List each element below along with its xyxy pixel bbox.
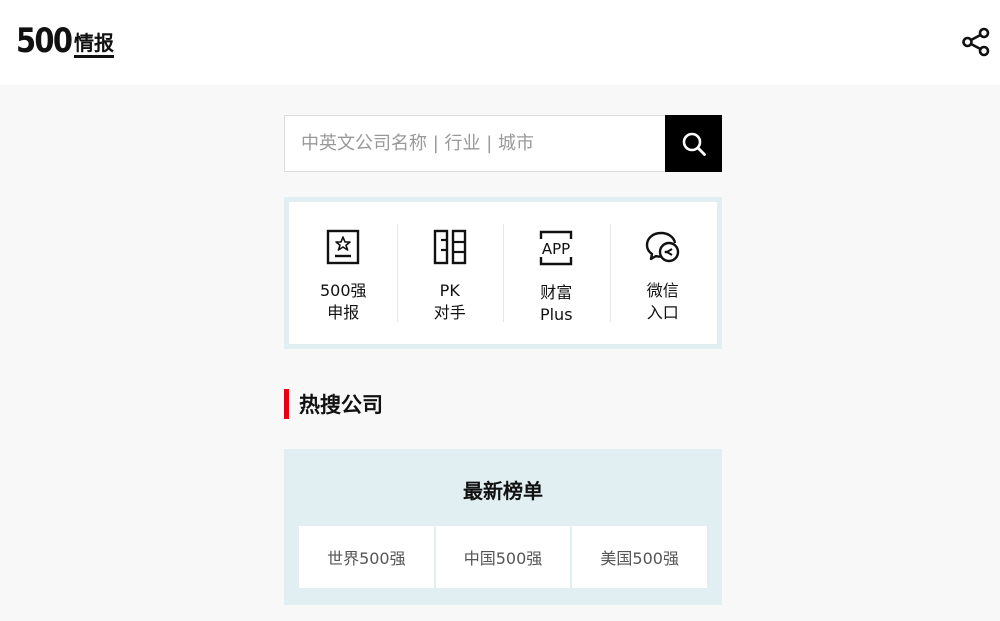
top-header: 500 情报 (0, 0, 1000, 85)
compare-icon (428, 228, 472, 266)
search-button[interactable] (665, 115, 722, 172)
quick-link-pk[interactable]: PK 对手 (396, 224, 504, 322)
rankings-panel: 最新榜单 世界500强 中国500强 美国500强 (284, 449, 722, 605)
wechat-icon (641, 228, 685, 266)
share-icon[interactable] (960, 26, 992, 58)
ranking-tab-us-500[interactable]: 美国500强 (572, 526, 708, 588)
search-input[interactable] (284, 115, 665, 172)
quick-link-apply-line1: 500强 (319, 281, 367, 300)
rankings-title: 最新榜单 (463, 479, 543, 503)
quick-link-plus-line1: 财富 (540, 283, 573, 302)
search-bar (284, 115, 722, 172)
accent-bar (284, 389, 289, 419)
quick-link-plus-line2: Plus (539, 305, 573, 324)
logo-number: 500 (16, 21, 73, 61)
rankings-tabs: 世界500强 中国500强 美国500强 (299, 526, 708, 588)
star-badge-icon (321, 228, 365, 266)
hot-search-heading: 热搜公司 (284, 389, 383, 419)
search-icon (682, 132, 706, 156)
quick-link-pk-line1: PK (439, 281, 460, 300)
quick-links-panel: 500强 申报 PK 对手 APP 财富 Plus 微信 入口 (284, 197, 722, 349)
quick-link-wechat[interactable]: 微信 入口 (609, 224, 717, 322)
quick-link-apply[interactable]: 500强 申报 (290, 224, 397, 322)
quick-link-pk-line2: 对手 (433, 303, 466, 322)
app-icon: APP (534, 228, 578, 268)
quick-link-wechat-line1: 微信 (646, 281, 679, 300)
logo-text: 情报 (73, 32, 114, 58)
svg-text:APP: APP (542, 240, 570, 258)
quick-link-wechat-line2: 入口 (646, 303, 679, 322)
quick-link-apply-line2: 申报 (327, 303, 360, 322)
ranking-tab-china-500[interactable]: 中国500强 (435, 526, 571, 588)
hot-search-title: 热搜公司 (299, 393, 383, 417)
logo[interactable]: 500 情报 (16, 22, 114, 58)
ranking-tab-world-500[interactable]: 世界500强 (299, 526, 434, 588)
quick-link-plus[interactable]: APP 财富 Plus (503, 224, 610, 324)
